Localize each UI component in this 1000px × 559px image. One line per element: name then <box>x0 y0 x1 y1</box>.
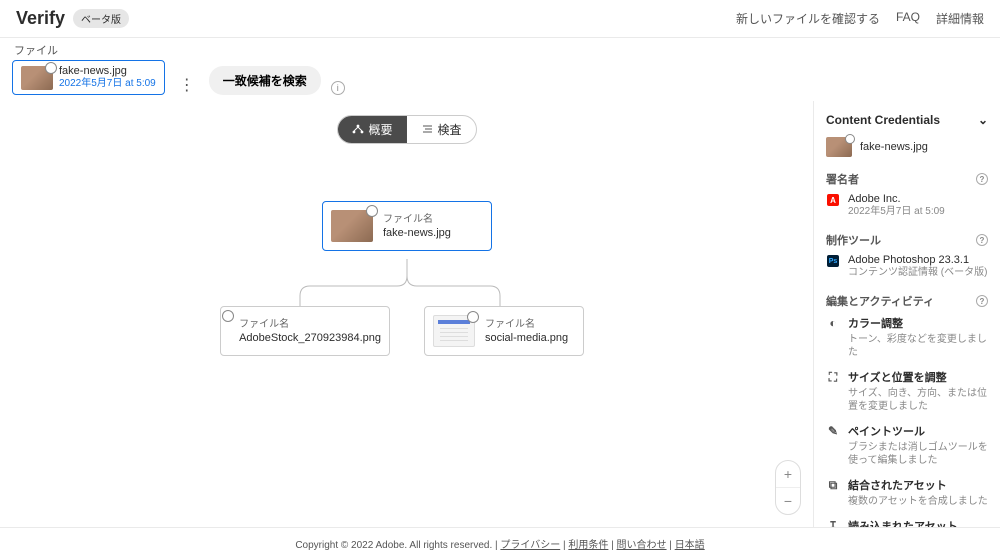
activity-paint-title: ペイントツール <box>848 423 925 439</box>
signer-section: 署名者 ? A Adobe Inc. 2022年5月7日 at 5:09 <box>826 171 988 218</box>
activities-section: 編集とアクティビティ ? ◐ カラー調整 トーン、彩度などを変更しました ⛶ サイズ… <box>826 293 988 527</box>
tool-name: Adobe Photoshop 23.3.1 <box>848 254 987 266</box>
activity-combined-desc: 複数のアセットを合成しました <box>848 495 988 508</box>
sidebar-file: fake-news.jpg <box>826 137 988 157</box>
sidebar-title: Content Credentials <box>826 113 940 127</box>
combine-icon: ⧉ <box>826 478 840 493</box>
main: 概要 検査 ファイル名 fake-news.jpg <box>0 101 1000 527</box>
file-card[interactable]: fake-news.jpg 2022年5月7日 at 5:09 <box>12 60 165 95</box>
info-icon[interactable]: i <box>331 81 345 95</box>
activity-imported: ↧読み込まれたアセット 画像やビデオなどを追加しました <box>826 518 988 527</box>
activity-color-desc: トーン、彩度などを変更しました <box>848 333 988 359</box>
activity-paint-desc: ブラシまたは消しゴムツールを使って編集しました <box>848 441 988 467</box>
filebar: fake-news.jpg 2022年5月7日 at 5:09 ⋮ 一致候補を検… <box>0 60 1000 101</box>
faq-link[interactable]: FAQ <box>896 10 920 27</box>
node-child-2-label: ファイル名 <box>485 318 568 331</box>
activity-size-title: サイズと位置を調整 <box>848 369 947 385</box>
filebar-label: ファイル <box>14 42 988 58</box>
chevron-down-icon: ⌄ <box>978 113 988 127</box>
header-left: Verify ベータ版 <box>16 8 129 29</box>
signer-date: 2022年5月7日 at 5:09 <box>848 205 945 218</box>
tab-inspect[interactable]: 検査 <box>407 116 476 143</box>
photoshop-icon: Ps <box>827 255 839 267</box>
node-root-info: ファイル名 fake-news.jpg <box>383 213 451 240</box>
zoom-out-button[interactable]: − <box>784 488 792 514</box>
activity-color: ◐ カラー調整 トーン、彩度などを変更しました <box>826 315 988 359</box>
node-root[interactable]: ファイル名 fake-news.jpg <box>322 201 492 251</box>
details-link[interactable]: 詳細情報 <box>936 10 984 27</box>
lang-link[interactable]: 日本語 <box>675 540 705 551</box>
connectors <box>0 101 813 527</box>
node-root-name: fake-news.jpg <box>383 226 451 240</box>
node-child-2[interactable]: ファイル名 social-media.png <box>424 306 584 356</box>
activity-paint: ✎ ペイントツール ブラシまたは消しゴムツールを使って編集しました <box>826 423 988 467</box>
info-badge-icon <box>222 310 234 322</box>
node-child-1-label: ファイル名 <box>239 318 381 331</box>
tool-title: 制作ツール <box>826 232 881 248</box>
more-button[interactable]: ⋮ <box>175 75 199 95</box>
activity-size-desc: サイズ、向き、方向、または位置を変更しました <box>848 387 988 413</box>
contact-link[interactable]: 問い合わせ <box>617 540 667 551</box>
tab-overview[interactable]: 概要 <box>337 116 406 143</box>
color-adjust-icon: ◐ <box>826 316 840 330</box>
file-date: 2022年5月7日 at 5:09 <box>59 78 156 90</box>
activity-combined-title: 結合されたアセット <box>848 477 947 493</box>
copyright: Copyright © 2022 Adobe. All rights reser… <box>295 540 492 551</box>
node-child-2-info: ファイル名 social-media.png <box>485 318 568 345</box>
info-icon[interactable]: ? <box>976 173 988 185</box>
header: Verify ベータ版 新しいファイルを確認する FAQ 詳細情報 <box>0 0 1000 38</box>
import-icon: ↧ <box>826 519 840 527</box>
new-file-link[interactable]: 新しいファイルを確認する <box>736 10 880 27</box>
activity-size: ⛶ サイズと位置を調整 サイズ、向き、方向、または位置を変更しました <box>826 369 988 413</box>
node-root-thumbnail <box>331 210 373 242</box>
zoom-in-button[interactable]: + <box>776 461 800 488</box>
file-name: fake-news.jpg <box>59 65 156 78</box>
header-right: 新しいファイルを確認する FAQ 詳細情報 <box>736 10 984 27</box>
activity-combined: ⧉ 結合されたアセット 複数のアセットを合成しました <box>826 477 988 508</box>
activity-imported-title: 読み込まれたアセット <box>848 518 958 527</box>
tree-icon <box>351 123 363 137</box>
filebar-wrapper: ファイル <box>0 38 1000 60</box>
paint-icon: ✎ <box>826 424 840 438</box>
info-badge-icon <box>467 311 479 323</box>
tab-inspect-label: 検査 <box>438 121 462 138</box>
view-tabs: 概要 検査 <box>336 115 476 144</box>
signer-name: Adobe Inc. <box>848 193 945 205</box>
file-info: fake-news.jpg 2022年5月7日 at 5:09 <box>59 65 156 90</box>
activities-title: 編集とアクティビティ <box>826 293 934 309</box>
sidebar-file-thumbnail <box>826 137 852 157</box>
activity-color-title: カラー調整 <box>848 315 903 331</box>
logo: Verify <box>16 8 65 29</box>
node-child-1-info: ファイル名 AdobeStock_270923984.png <box>239 318 381 345</box>
node-child-1-name: AdobeStock_270923984.png <box>239 331 381 345</box>
terms-link[interactable]: 利用条件 <box>568 540 608 551</box>
signer-title: 署名者 <box>826 171 859 187</box>
node-root-label: ファイル名 <box>383 213 451 226</box>
file-thumbnail <box>21 66 53 90</box>
search-match-button[interactable]: 一致候補を検索 <box>209 66 321 95</box>
node-child-2-name: social-media.png <box>485 331 568 345</box>
sidebar: Content Credentials ⌄ fake-news.jpg 署名者 … <box>814 101 1000 527</box>
tool-sub: コンテンツ認証情報 (ベータ版) <box>848 266 987 279</box>
info-icon[interactable]: ? <box>976 234 988 246</box>
footer: Copyright © 2022 Adobe. All rights reser… <box>0 527 1000 559</box>
tab-overview-label: 概要 <box>368 121 392 138</box>
tool-section: 制作ツール ? Ps Adobe Photoshop 23.3.1 コンテンツ認… <box>826 232 988 279</box>
sidebar-file-name: fake-news.jpg <box>860 141 928 153</box>
canvas[interactable]: 概要 検査 ファイル名 fake-news.jpg <box>0 101 814 527</box>
privacy-link[interactable]: プライバシー <box>500 540 560 551</box>
list-icon <box>421 123 433 137</box>
info-icon[interactable]: ? <box>976 295 988 307</box>
node-child-2-thumbnail <box>433 315 475 347</box>
adobe-icon: A <box>827 194 839 206</box>
info-badge-icon <box>366 205 378 217</box>
beta-badge: ベータ版 <box>73 9 129 28</box>
sidebar-header[interactable]: Content Credentials ⌄ <box>826 113 988 127</box>
node-child-1[interactable]: ファイル名 AdobeStock_270923984.png <box>220 306 390 356</box>
resize-icon: ⛶ <box>826 370 840 385</box>
zoom-control: + − <box>775 460 801 515</box>
